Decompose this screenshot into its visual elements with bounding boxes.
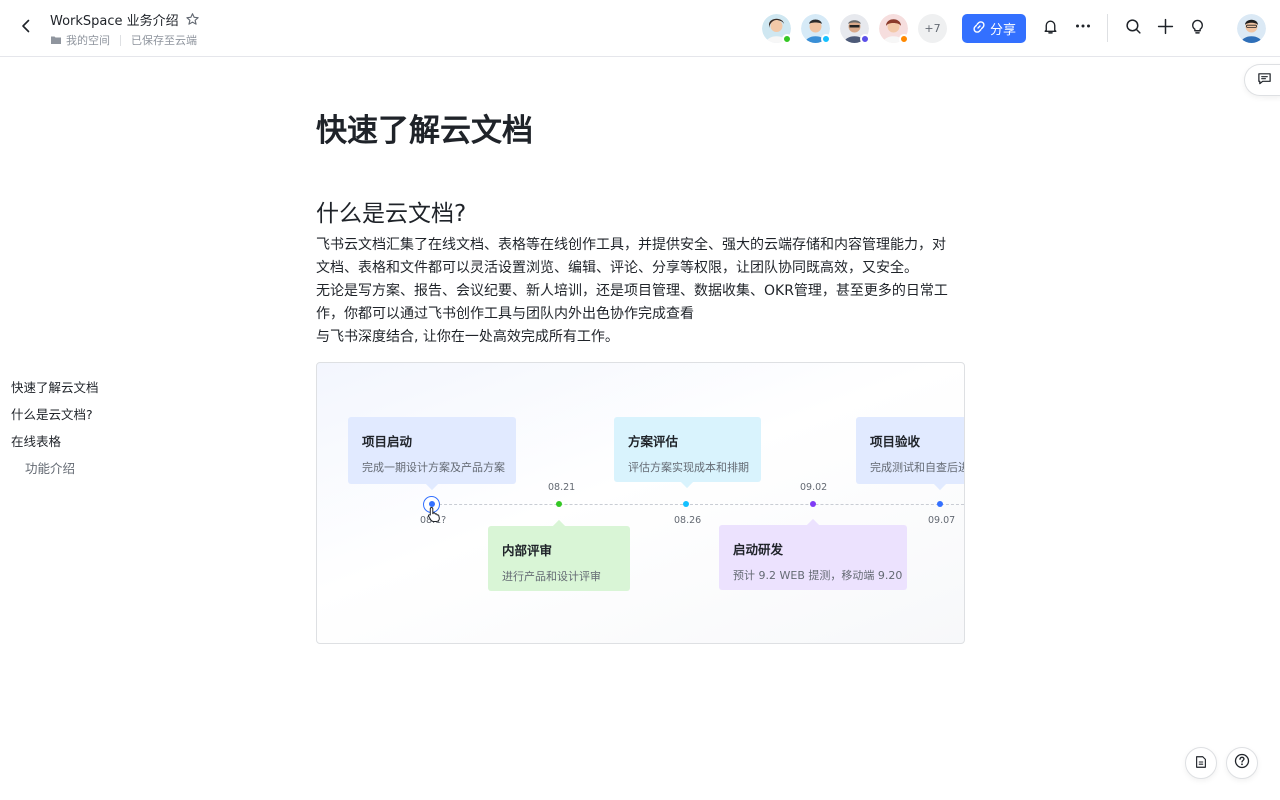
milestone-date: 08.21 [548,482,576,493]
event-desc: 预计 9.2 WEB 提测，移动端 9.20 [733,569,903,582]
milestone-dot[interactable] [683,501,689,507]
chevron-left-icon [18,18,34,38]
milestone-date: 09.07 [928,515,956,526]
event-pointer [679,473,695,489]
meta-divider [120,34,121,46]
doc-title[interactable]: WorkSpace 业务介绍 [50,10,179,29]
share-button[interactable]: 分享 [962,14,1026,43]
doc-title-row: WorkSpace 业务介绍 [50,10,201,29]
event-desc: 完成测试和自查后进 [870,461,965,474]
doc-paragraph[interactable]: 飞书云文档汇集了在线文档、表格等在线创作工具，并提供安全、强大的云端存储和内容管… [316,234,966,349]
status-dot [782,34,792,44]
event-pointer [932,475,948,491]
event-pointer [551,519,567,535]
event-title: 项目验收 [870,434,921,449]
event-title: 方案评估 [628,434,679,449]
save-status: 已保存至云端 [131,34,197,47]
doc-tools-button[interactable] [1185,747,1217,779]
more-collaborators[interactable]: +7 [918,14,947,43]
status-dot [899,34,909,44]
user-avatar[interactable] [1237,14,1266,43]
star-icon[interactable] [185,12,201,28]
top-bar: WorkSpace 业务介绍 我的空间 已保存至云端 +7 分享 [0,0,1280,57]
bell-icon [1042,18,1059,39]
more-options-button[interactable] [1071,16,1095,40]
lightbulb-icon [1189,18,1206,39]
avatar[interactable] [762,14,792,44]
paragraph-line: 飞书云文档汇集了在线文档、表格等在线创作工具，并提供安全、强大的云端存储和内容管… [316,237,946,253]
event-desc: 进行产品和设计评审 [502,570,601,583]
more-horizontal-icon [1074,17,1092,39]
timeline-event[interactable]: 项目验收 完成测试和自查后进 [856,417,965,491]
header-divider [1107,14,1108,42]
outline-item[interactable]: 在线表格 [11,432,171,459]
timeline-axis [429,504,964,505]
milestone-dot[interactable] [556,501,562,507]
paragraph-line: 作，你都可以通过飞书创作工具与团队内外出色协作完成查看 [316,306,694,322]
milestone-dot[interactable] [937,501,943,507]
event-desc: 完成一期设计方案及产品方案 [362,461,505,474]
doc-heading-2[interactable]: 什么是云文档? [316,194,466,228]
event-title: 启动研发 [733,542,784,557]
comment-icon [1257,71,1272,90]
event-desc: 评估方案实现成本和排期 [628,461,749,474]
location-link[interactable]: 我的空间 [66,32,110,48]
status-dot [821,34,831,44]
timeline-event[interactable]: 项目启动 完成一期设计方案及产品方案 [348,417,516,491]
event-title: 内部评审 [502,543,553,558]
doc-heading-1[interactable]: 快速了解云文档 [316,105,533,150]
paragraph-line: 文档、表格和文件都可以灵活设置浏览、编辑、评论、分享等权限，让团队协同既高效，又… [316,260,918,276]
doc-meta: 我的空间 已保存至云端 [50,32,197,48]
hand-cursor-icon [427,506,441,527]
timeline-block[interactable]: 项目启动 完成一期设计方案及产品方案 方案评估 评估方案实现成本和排期 项目验收… [316,362,965,644]
paragraph-line: 无论是写方案、报告、会议纪要、新人培训，还是项目管理、数据收集、OKR管理，甚至… [316,283,948,299]
create-button[interactable] [1153,16,1177,40]
plus-icon [1157,18,1174,39]
event-title: 项目启动 [362,434,413,449]
search-icon [1125,18,1142,39]
outline-item[interactable]: 快速了解云文档 [11,378,171,405]
status-dot [860,34,870,44]
link-icon [972,20,986,38]
help-button[interactable] [1226,747,1258,779]
timeline-event[interactable]: 启动研发 预计 9.2 WEB 提测，移动端 9.20 [719,518,907,590]
notification-button[interactable] [1038,16,1062,40]
doc-outline: 快速了解云文档 什么是云文档? 在线表格 功能介绍 [11,378,171,486]
document-icon [1194,754,1208,773]
comments-button[interactable] [1244,64,1280,96]
folder-icon [50,34,62,46]
event-pointer [424,475,440,491]
avatar[interactable] [801,14,831,44]
event-pointer [805,518,821,534]
timeline-event[interactable]: 内部评审 进行产品和设计评审 [488,519,630,591]
tips-button[interactable] [1185,16,1209,40]
help-icon [1234,753,1250,773]
collaborator-avatars: +7 [762,14,947,44]
avatar[interactable] [840,14,870,44]
outline-item[interactable]: 功能介绍 [11,459,171,486]
outline-item[interactable]: 什么是云文档? [11,405,171,432]
back-button[interactable] [14,16,38,40]
milestone-date: 09.02 [800,482,828,493]
timeline-event[interactable]: 方案评估 评估方案实现成本和排期 [614,417,761,489]
milestone-date: 08.26 [674,515,702,526]
milestone-dot[interactable] [810,501,816,507]
share-label: 分享 [989,23,1016,38]
paragraph-line: 与飞书深度结合, 让你在一处高效完成所有工作。 [316,329,619,345]
search-button[interactable] [1121,16,1145,40]
avatar[interactable] [879,14,909,44]
